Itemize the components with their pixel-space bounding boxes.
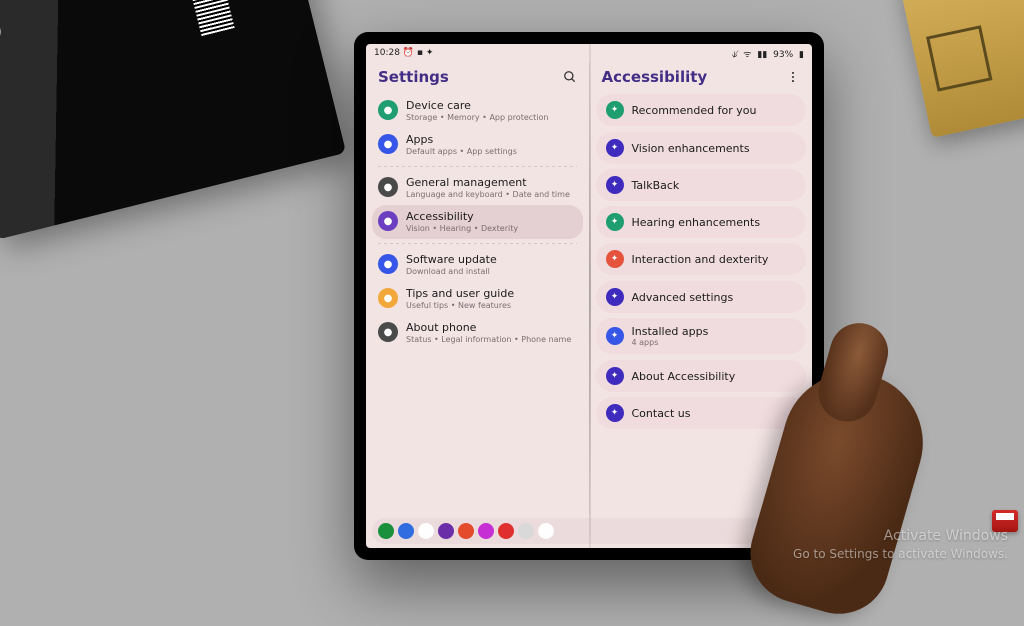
phone-frame: 10:28 ⏰ ▪ ✦ ⫝̸ ᯤ ▮▮ 93% ▮ Settings — [354, 32, 824, 560]
nfc-icon: ⫝̸ — [732, 50, 737, 60]
about-a11y-icon: ✦ — [606, 367, 624, 385]
alarm-icon: ⏰ — [403, 48, 414, 58]
settings-row-sub: Storage • Memory • App protection — [406, 113, 577, 123]
settings-row-sub: Vision • Hearing • Dexterity — [406, 224, 577, 234]
watermark-sub: Go to Settings to activate Windows. — [793, 546, 1008, 562]
settings-row-title: About phone — [406, 321, 577, 334]
tips-icon: ● — [378, 288, 398, 308]
dock-app-1[interactable] — [398, 523, 414, 539]
accessibility-title: Accessibility — [602, 68, 708, 86]
about-phone-icon: ● — [378, 322, 398, 342]
dock — [372, 518, 806, 544]
recommended-icon: ✦ — [606, 101, 624, 119]
accessibility-list: ✦ Recommended for you ✦ Vision enhancements… — [596, 94, 807, 515]
a11y-item-title: Recommended for you — [632, 104, 797, 117]
settings-list: ● Device careStorage • Memory • App prote… — [372, 94, 583, 515]
a11y-talkback[interactable]: ✦ TalkBack — [596, 169, 807, 201]
dock-app-8[interactable] — [538, 523, 554, 539]
apps-icon: ● — [378, 134, 398, 154]
a11y-about-accessibility[interactable]: ✦ About Accessibility — [596, 360, 807, 392]
divider — [378, 166, 577, 167]
software-update-icon: ● — [378, 254, 398, 274]
accessibility-icon: ● — [378, 211, 398, 231]
settings-row-general-management[interactable]: ● General managementLanguage and keyboard… — [372, 171, 583, 205]
a11y-vision-enhancements[interactable]: ✦ Vision enhancements — [596, 132, 807, 164]
divider — [378, 243, 577, 244]
more-icon[interactable] — [786, 70, 800, 84]
a11y-item-title: About Accessibility — [632, 370, 797, 383]
settings-row-title: Tips and user guide — [406, 287, 577, 300]
product-box: Galaxy Z Fold6 — [0, 0, 346, 240]
battery-icon: ▮ — [799, 50, 804, 60]
signal-icon: ▮▮ — [757, 50, 767, 60]
a11y-item-title: Installed apps — [632, 325, 797, 338]
dock-app-4[interactable] — [458, 523, 474, 539]
settings-title: Settings — [378, 68, 449, 86]
barcode — [175, 0, 235, 36]
settings-row-sub: Language and keyboard • Date and time — [406, 190, 577, 200]
a11y-item-title: Vision enhancements — [632, 142, 797, 155]
battery-pct: 93% — [773, 50, 793, 60]
settings-row-title: Device care — [406, 99, 577, 112]
installed-apps-icon: ✦ — [606, 327, 624, 345]
settings-row-accessibility[interactable]: ● AccessibilityVision • Hearing • Dexteri… — [372, 205, 583, 239]
settings-row-title: Apps — [406, 133, 577, 146]
settings-row-device-care[interactable]: ● Device careStorage • Memory • App prote… — [372, 94, 583, 128]
dock-app-5[interactable] — [478, 523, 494, 539]
settings-row-sub: Download and install — [406, 267, 577, 277]
a11y-item-title: Advanced settings — [632, 291, 797, 304]
settings-row-sub: Status • Legal information • Phone name — [406, 335, 577, 345]
search-icon[interactable] — [563, 70, 577, 84]
settings-row-about-phone[interactable]: ● About phoneStatus • Legal information •… — [372, 316, 583, 350]
a11y-contact-us[interactable]: ✦ Contact us — [596, 397, 807, 429]
status-time: 10:28 — [374, 48, 400, 58]
settings-row-sub: Default apps • App settings — [406, 147, 577, 157]
a11y-item-title: TalkBack — [632, 179, 797, 192]
windows-watermark: Activate Windows Go to Settings to activ… — [793, 527, 1008, 562]
dock-app-0[interactable] — [378, 523, 394, 539]
a11y-item-title: Contact us — [632, 407, 797, 420]
a11y-installed-apps[interactable]: ✦ Installed apps4 apps — [596, 318, 807, 354]
talkback-icon: ✦ — [606, 176, 624, 194]
a11y-item-title: Interaction and dexterity — [632, 253, 797, 266]
a11y-hearing-enhancements[interactable]: ✦ Hearing enhancements — [596, 206, 807, 238]
phone-screen: 10:28 ⏰ ▪ ✦ ⫝̸ ᯤ ▮▮ 93% ▮ Settings — [366, 44, 812, 548]
star-icon: ✦ — [426, 48, 434, 58]
a11y-item-title: Hearing enhancements — [632, 216, 797, 229]
vision-icon: ✦ — [606, 139, 624, 157]
a11y-advanced-settings[interactable]: ✦ Advanced settings — [596, 281, 807, 313]
nav-home-icon[interactable] — [772, 524, 786, 538]
a11y-recommended-for-you[interactable]: ✦ Recommended for you — [596, 94, 807, 126]
advanced-icon: ✦ — [606, 288, 624, 306]
settings-row-title: Software update — [406, 253, 577, 266]
status-bar: 10:28 ⏰ ▪ ✦ ⫝̸ ᯤ ▮▮ 93% ▮ — [366, 44, 812, 62]
hearing-icon: ✦ — [606, 213, 624, 231]
interaction-icon: ✦ — [606, 250, 624, 268]
dock-app-6[interactable] — [498, 523, 514, 539]
settings-row-title: General management — [406, 176, 577, 189]
dock-app-7[interactable] — [518, 523, 534, 539]
background-object — [899, 0, 1024, 138]
watermark-title: Activate Windows — [793, 527, 1008, 546]
settings-row-tips-and-user-guide[interactable]: ● Tips and user guideUseful tips • New fe… — [372, 282, 583, 316]
a11y-item-sub: 4 apps — [632, 338, 797, 347]
dock-app-2[interactable] — [418, 523, 434, 539]
a11y-interaction-and-dexterity[interactable]: ✦ Interaction and dexterity — [596, 243, 807, 275]
device-care-icon: ● — [378, 100, 398, 120]
android-icon: ▪ — [417, 48, 423, 58]
settings-row-title: Accessibility — [406, 210, 577, 223]
settings-row-software-update[interactable]: ● Software updateDownload and install — [372, 248, 583, 282]
contact-icon: ✦ — [606, 404, 624, 422]
general-mgmt-icon: ● — [378, 177, 398, 197]
settings-row-sub: Useful tips • New features — [406, 301, 577, 311]
wifi-icon: ᯤ — [743, 50, 751, 60]
product-name: Galaxy Z Fold6 — [0, 0, 10, 47]
dock-app-3[interactable] — [438, 523, 454, 539]
settings-row-apps[interactable]: ● AppsDefault apps • App settings — [372, 128, 583, 162]
nav-recents-icon[interactable] — [756, 526, 768, 536]
settings-pane: Settings ● Device careStorage • Memory • … — [366, 62, 590, 515]
accessibility-pane: Accessibility ✦ Recommended for you ✦ Visio… — [590, 62, 813, 515]
